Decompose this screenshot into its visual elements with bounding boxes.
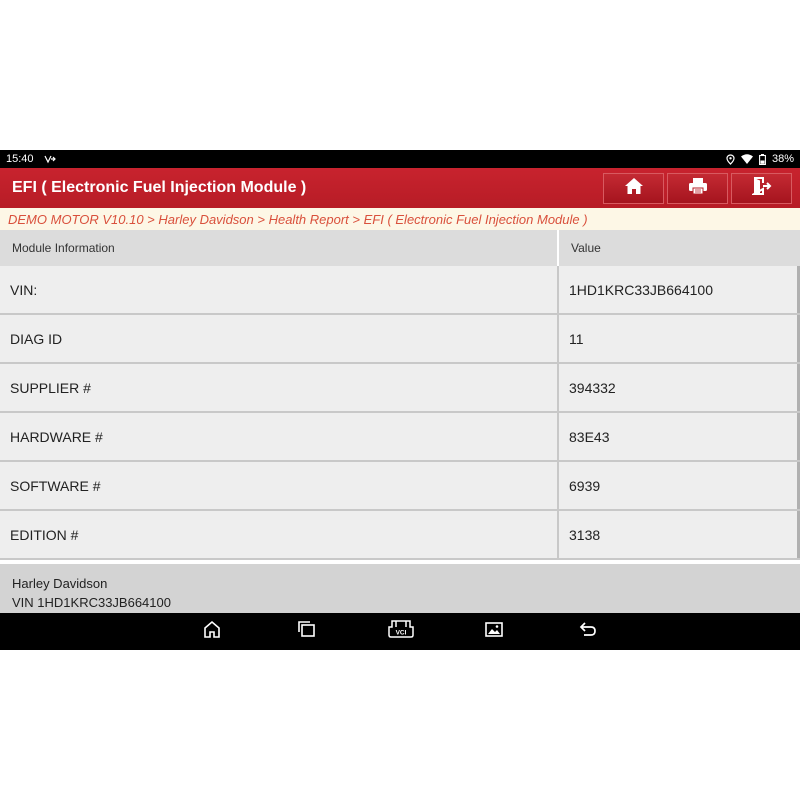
exit-button[interactable] xyxy=(731,172,792,204)
navigation-bar: VCI xyxy=(0,613,800,650)
row-label: HARDWARE # xyxy=(0,413,559,460)
battery-icon xyxy=(759,153,766,165)
title-bar: EFI ( Electronic Fuel Injection Module ) xyxy=(0,168,800,208)
row-value: 1HD1KRC33JB664100 xyxy=(559,266,800,313)
row-value: 6939 xyxy=(559,462,800,509)
table-header: Module Information Value xyxy=(0,230,800,266)
location-icon xyxy=(726,153,735,165)
nav-vci-button[interactable]: VCI xyxy=(386,619,416,643)
nav-back-button[interactable] xyxy=(575,619,601,643)
wifi-icon xyxy=(740,154,753,164)
row-value: 394332 xyxy=(559,364,800,411)
print-button[interactable] xyxy=(667,172,728,204)
row-label: EDITION # xyxy=(0,511,559,558)
row-label: VIN: xyxy=(0,266,559,313)
recent-apps-icon xyxy=(297,620,317,643)
back-arrow-icon xyxy=(578,620,598,643)
nav-recents-button[interactable] xyxy=(294,619,320,643)
row-value: 11 xyxy=(559,315,800,362)
battery-percent: 38% xyxy=(771,153,794,165)
home-icon xyxy=(624,177,644,200)
table-row[interactable]: HARDWARE # 83E43 xyxy=(0,413,800,462)
exit-icon xyxy=(749,176,772,200)
nav-home-button[interactable] xyxy=(199,619,225,643)
image-icon xyxy=(484,620,504,643)
status-bar: 15:40 38% xyxy=(0,150,800,168)
vci-connector-icon: VCI xyxy=(387,619,415,644)
column-header-value: Value xyxy=(571,241,601,255)
nav-screenshot-button[interactable] xyxy=(481,619,507,643)
table-row[interactable]: EDITION # 3138 xyxy=(0,511,800,560)
vehicle-make: Harley Davidson xyxy=(12,576,108,591)
page-title: EFI ( Electronic Fuel Injection Module ) xyxy=(12,179,307,196)
row-value: 3138 xyxy=(559,511,800,558)
home-outline-icon xyxy=(202,620,222,643)
vehicle-info-footer: Harley Davidson VIN 1HD1KRC33JB664100 xyxy=(0,564,800,614)
usb-debug-icon xyxy=(43,154,56,164)
row-label: DIAG ID xyxy=(0,315,559,362)
table-row[interactable]: SOFTWARE # 6939 xyxy=(0,462,800,511)
printer-icon xyxy=(688,177,708,200)
vehicle-vin: VIN 1HD1KRC33JB664100 xyxy=(12,595,171,610)
device-screen: 15:40 38% EFI ( Electronic Fuel Injectio… xyxy=(0,150,800,650)
status-time: 15:40 xyxy=(6,153,34,165)
table-row[interactable]: VIN: 1HD1KRC33JB664100 xyxy=(0,266,800,315)
table-row[interactable]: SUPPLIER # 394332 xyxy=(0,364,800,413)
table-row[interactable]: DIAG ID 11 xyxy=(0,315,800,364)
breadcrumb: DEMO MOTOR V10.10 > Harley Davidson > He… xyxy=(0,208,800,230)
column-header-module: Module Information xyxy=(0,230,559,266)
home-button[interactable] xyxy=(603,172,664,204)
module-info-table[interactable]: VIN: 1HD1KRC33JB664100 DIAG ID 11 SUPPLI… xyxy=(0,266,800,560)
vci-label: VCI xyxy=(396,629,407,636)
row-value: 83E43 xyxy=(559,413,800,460)
row-label: SUPPLIER # xyxy=(0,364,559,411)
row-label: SOFTWARE # xyxy=(0,462,559,509)
